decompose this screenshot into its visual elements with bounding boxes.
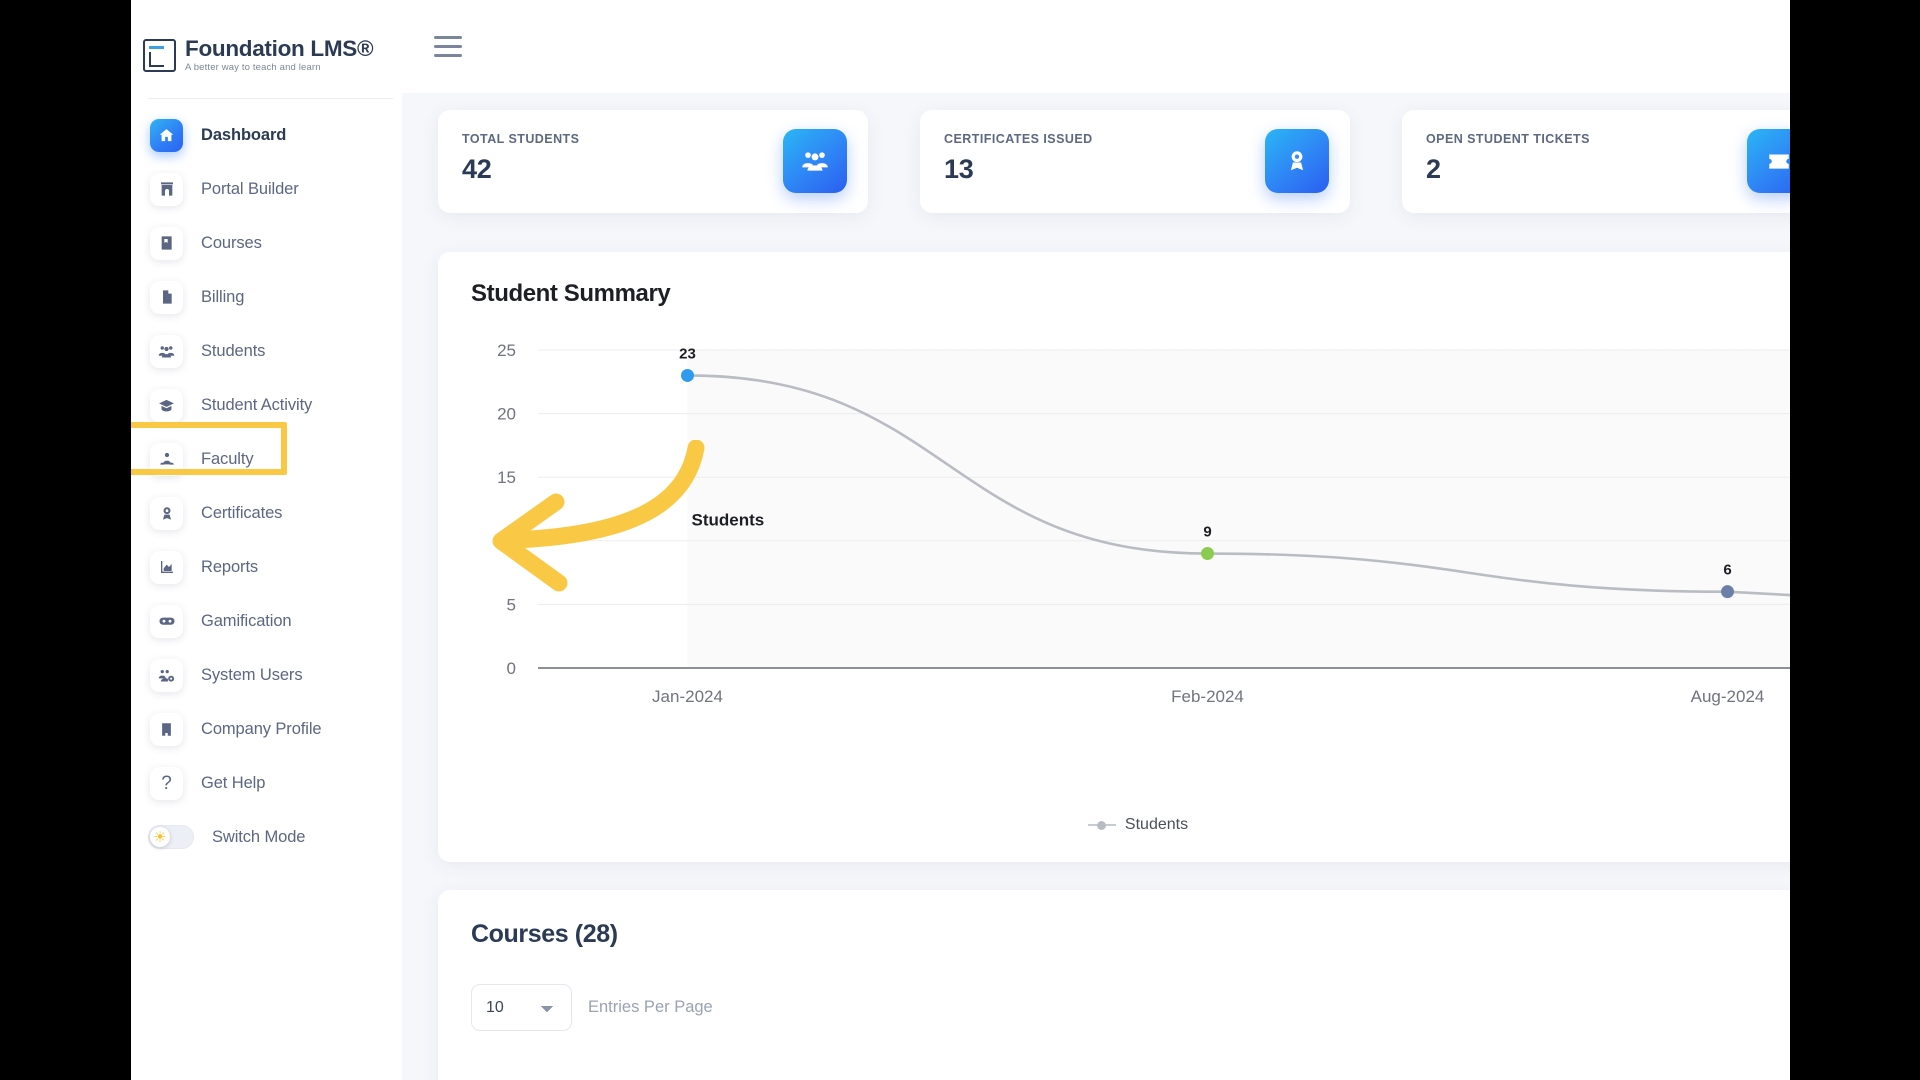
chart-title: Student Summary [471, 280, 671, 307]
sidebar-item-get-help[interactable]: ? Get Help [131, 756, 402, 810]
hamburger-bar [434, 36, 462, 40]
svg-text:15: 15 [497, 468, 516, 487]
sidebar-item-label: Switch Mode [212, 827, 306, 846]
sidebar-item-label: Reports [201, 557, 259, 576]
student-summary-panel: Student Summary 0 5 10 15 20 25 23 9 6 Students Ja… [438, 252, 1790, 862]
svg-text:23: 23 [679, 345, 696, 362]
svg-text:0: 0 [507, 659, 516, 678]
entries-per-page-select[interactable]: 102550100 [471, 984, 572, 1031]
sidebar-item-dashboard[interactable]: Dashboard [131, 108, 402, 162]
entries-per-page-label: Entries Per Page [588, 998, 713, 1016]
sidebar-item-label: Certificates [201, 503, 283, 522]
users-group-icon [783, 129, 847, 193]
bar-chart-icon [150, 550, 183, 584]
brand-logo[interactable]: Foundation LMS® A better way to teach an… [143, 32, 393, 78]
sidebar-item-system-users[interactable]: System Users [131, 648, 402, 702]
question-mark-icon: ? [150, 766, 183, 800]
svg-text:Jan-2024: Jan-2024 [652, 687, 723, 706]
sidebar-item-gamification[interactable]: Gamification [131, 594, 402, 648]
student-summary-chart: 0 5 10 15 20 25 23 9 6 Students Jan-2024 Feb-2024 Au… [438, 324, 1790, 794]
stat-card-total-students[interactable]: TOTAL STUDENTS 42 [438, 110, 868, 213]
toggle-knob: ☀ [150, 827, 170, 847]
sidebar-item-billing[interactable]: Billing [131, 270, 402, 324]
sidebar-item-portal-builder[interactable]: Portal Builder [131, 162, 402, 216]
svg-text:Aug-2024: Aug-2024 [1691, 687, 1765, 706]
sidebar-item-student-activity[interactable]: Student Activity [131, 378, 402, 432]
svg-text:9: 9 [1203, 524, 1211, 541]
sidebar: Foundation LMS® A better way to teach an… [131, 0, 402, 1080]
document-frame-logo-icon [143, 38, 176, 72]
brand-title: Foundation LMS® [185, 35, 374, 61]
sidebar-item-switch-mode[interactable]: ☀ Switch Mode [131, 810, 402, 864]
stat-label: CERTIFICATES ISSUED [944, 132, 1093, 146]
sidebar-item-label: System Users [201, 665, 303, 684]
sidebar-item-label: Courses [201, 233, 262, 252]
svg-text:5: 5 [507, 595, 516, 614]
brand-tagline: A better way to teach and learn [185, 62, 321, 73]
hamburger-bar [434, 53, 462, 57]
graduation-cap-icon [150, 388, 183, 422]
svg-text:Feb-2024: Feb-2024 [1171, 687, 1244, 706]
sidebar-item-label: Get Help [201, 773, 266, 792]
svg-text:Students: Students [692, 511, 765, 530]
legend-label: Students [1124, 816, 1189, 833]
home-icon [150, 118, 183, 152]
entries-per-page-row: 102550100 Entries Per Page [471, 984, 713, 1031]
stat-label: TOTAL STUDENTS [462, 132, 580, 146]
hamburger-menu-icon[interactable] [434, 36, 462, 57]
sidebar-item-certificates[interactable]: Certificates [131, 486, 402, 540]
faculty-person-icon [150, 442, 183, 476]
stat-value: 13 [944, 154, 974, 184]
sidebar-item-students[interactable]: Students [131, 324, 402, 378]
award-ribbon-icon [150, 496, 183, 530]
sidebar-item-label: Company Profile [201, 719, 322, 738]
sidebar-item-label: Faculty [201, 449, 254, 468]
users-gear-icon [150, 658, 183, 692]
stat-card-certificates-issued[interactable]: CERTIFICATES ISSUED 13 [920, 110, 1350, 213]
award-ribbon-icon [1265, 129, 1329, 193]
sidebar-item-courses[interactable]: Courses [131, 216, 402, 270]
brand-text: Foundation LMS® A better way to teach an… [185, 35, 374, 73]
browser-page: Foundation LMS® A better way to teach an… [131, 0, 1790, 1080]
sidebar-item-label: Billing [201, 287, 245, 306]
sidebar-item-label: Portal Builder [201, 179, 299, 198]
stat-value: 2 [1426, 154, 1441, 184]
invoice-icon [150, 280, 183, 314]
stat-card-open-student-tickets[interactable]: OPEN STUDENT TICKETS 2 [1402, 110, 1790, 213]
sun-toggle-icon[interactable]: ☀ [148, 825, 194, 849]
stat-label: OPEN STUDENT TICKETS [1426, 132, 1590, 146]
courses-panel: Courses (28) 102550100 Entries Per Page [438, 890, 1790, 1080]
sidebar-item-label: Dashboard [201, 125, 287, 144]
chart-legend: Students [438, 816, 1790, 834]
sidebar-item-label: Students [201, 341, 266, 360]
svg-text:25: 25 [497, 341, 516, 360]
top-header [402, 0, 1790, 93]
users-group-icon [150, 334, 183, 368]
legend-marker-icon [1087, 820, 1116, 830]
screenshot-root: Foundation LMS® A better way to teach an… [0, 0, 1920, 1080]
courses-title: Courses (28) [471, 920, 618, 948]
hamburger-bar [434, 44, 462, 49]
svg-text:20: 20 [497, 405, 516, 424]
svg-text:6: 6 [1723, 562, 1731, 579]
book-icon [150, 226, 183, 260]
sidebar-item-label: Student Activity [201, 395, 313, 414]
stat-value: 42 [462, 154, 492, 184]
sidebar-divider [148, 98, 393, 99]
sidebar-nav: Dashboard Portal Builder Courses Billing [131, 108, 402, 864]
game-controller-icon [150, 604, 183, 638]
sidebar-item-company-profile[interactable]: Company Profile [131, 702, 402, 756]
sidebar-item-faculty[interactable]: Faculty [131, 432, 402, 486]
sidebar-item-label: Gamification [201, 611, 292, 630]
sidebar-item-reports[interactable]: Reports [131, 540, 402, 594]
building-icon [150, 712, 183, 746]
ticket-icon [1747, 129, 1790, 193]
svg-text:10: 10 [497, 532, 516, 551]
chart-svg: 0 5 10 15 20 25 23 9 6 Students Jan-2024 Feb-2024 Au… [497, 341, 1790, 706]
portal-arch-icon [150, 172, 183, 206]
stat-cards: TOTAL STUDENTS 42 CERTIFICATES ISSUED 13… [438, 110, 1790, 220]
